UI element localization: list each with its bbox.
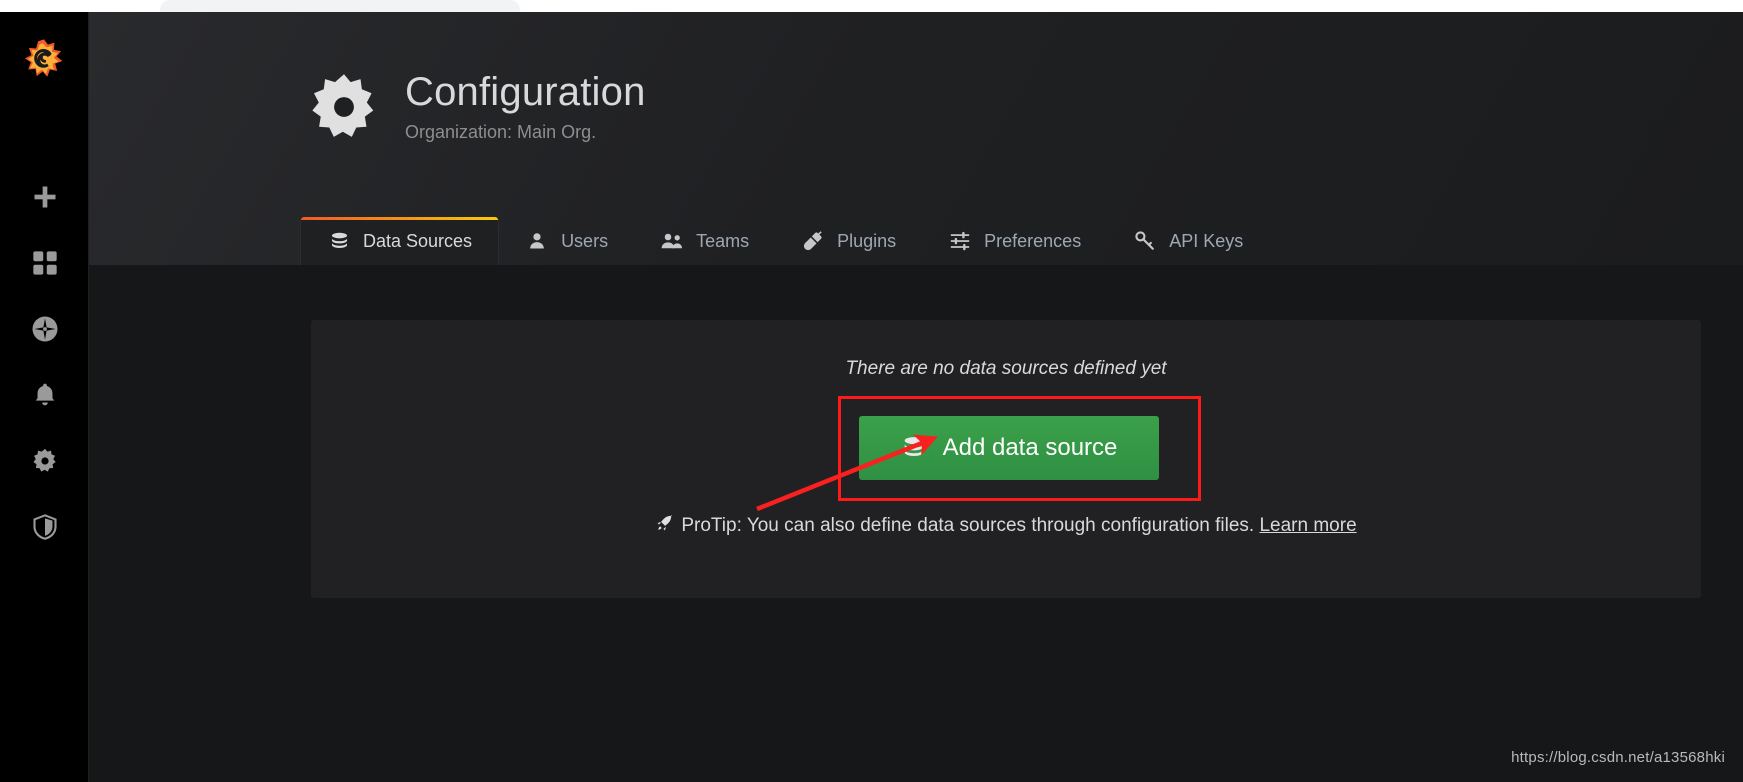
tab-label: Preferences bbox=[984, 230, 1082, 251]
sidebar-item-alerting[interactable] bbox=[0, 362, 89, 428]
database-icon bbox=[901, 435, 927, 461]
watermark: https://blog.csdn.net/a13568hki bbox=[1511, 749, 1725, 766]
protip-message: ProTip: You can also define data sources… bbox=[681, 515, 1255, 536]
data-sources-panel: There are no data sources defined yet Ad… bbox=[311, 320, 1701, 598]
users-group-icon bbox=[660, 231, 684, 251]
browser-tab-strip bbox=[0, 0, 1743, 12]
plug-icon bbox=[801, 230, 825, 252]
tab-api-keys[interactable]: API Keys bbox=[1107, 217, 1269, 265]
sidebar bbox=[0, 12, 89, 782]
grafana-app: Configuration Organization: Main Org. Da… bbox=[0, 12, 1743, 782]
tab-users[interactable]: Users bbox=[499, 217, 634, 265]
rocket-icon bbox=[655, 513, 675, 539]
sidebar-nav bbox=[0, 164, 89, 560]
sidebar-item-dashboards[interactable] bbox=[0, 230, 89, 296]
tab-preferences[interactable]: Preferences bbox=[922, 217, 1107, 265]
compass-icon bbox=[30, 314, 60, 344]
add-data-source-label: Add data source bbox=[942, 434, 1118, 461]
tab-teams[interactable]: Teams bbox=[634, 217, 775, 265]
add-data-source-button[interactable]: Add data source bbox=[859, 416, 1159, 480]
tab-bar: Data Sources Users Teams Plugins Prefere… bbox=[300, 217, 1269, 265]
tab-label: Plugins bbox=[837, 230, 897, 251]
shield-icon bbox=[31, 513, 59, 541]
tab-data-sources[interactable]: Data Sources bbox=[300, 217, 500, 265]
learn-more-link[interactable]: Learn more bbox=[1259, 515, 1356, 536]
main-content: Configuration Organization: Main Org. Da… bbox=[89, 12, 1743, 782]
gear-icon bbox=[307, 70, 381, 144]
bell-icon bbox=[31, 381, 59, 409]
page-subtitle: Organization: Main Org. bbox=[405, 122, 597, 142]
sidebar-item-server-admin[interactable] bbox=[0, 494, 89, 560]
key-icon bbox=[1133, 230, 1157, 252]
user-icon bbox=[525, 231, 549, 251]
sidebar-item-configuration[interactable] bbox=[0, 428, 89, 494]
tab-label: Users bbox=[561, 230, 609, 251]
grafana-logo[interactable] bbox=[21, 36, 67, 82]
dashboards-grid-icon bbox=[31, 249, 59, 277]
empty-state-message: There are no data sources defined yet bbox=[845, 358, 1167, 379]
tab-label: Data Sources bbox=[363, 230, 473, 251]
page-title: Configuration bbox=[405, 70, 646, 114]
sidebar-item-create[interactable] bbox=[0, 164, 89, 230]
sliders-icon bbox=[948, 230, 972, 252]
plus-icon bbox=[31, 183, 59, 211]
browser-tab[interactable] bbox=[160, 0, 520, 12]
database-icon bbox=[327, 231, 351, 252]
protip-text: ProTip: You can also define data sources… bbox=[311, 513, 1701, 539]
tab-label: API Keys bbox=[1169, 230, 1244, 251]
gear-icon bbox=[31, 447, 59, 475]
tab-label: Teams bbox=[696, 230, 750, 251]
tab-plugins[interactable]: Plugins bbox=[775, 217, 922, 265]
sidebar-item-explore[interactable] bbox=[0, 296, 89, 362]
